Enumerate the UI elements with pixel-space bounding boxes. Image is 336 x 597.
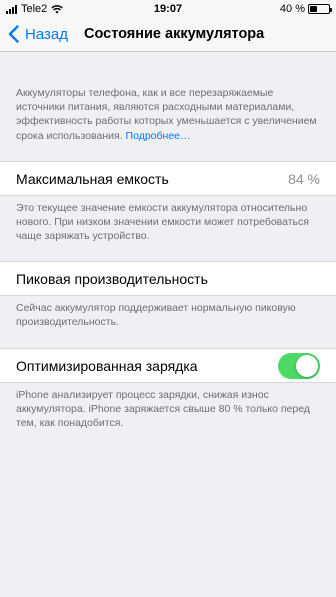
- optimized-charging-label: Оптимизированная зарядка: [16, 358, 198, 374]
- toggle-knob: [296, 355, 318, 377]
- navigation-bar: Назад Состояние аккумулятора: [0, 18, 336, 52]
- peak-performance-label: Пиковая производительность: [16, 271, 208, 287]
- chevron-left-icon: [8, 25, 19, 43]
- max-capacity-row: Максимальная емкость 84 %: [0, 161, 336, 196]
- max-capacity-footer: Это текущее значение емкости аккумулятор…: [16, 202, 309, 243]
- max-capacity-label: Максимальная емкость: [16, 171, 169, 187]
- peak-performance-row: Пиковая производительность: [0, 261, 336, 296]
- optimized-charging-row: Оптимизированная зарядка: [0, 348, 336, 383]
- learn-more-link[interactable]: Подробнее…: [126, 130, 191, 142]
- back-button[interactable]: Назад: [8, 25, 68, 43]
- max-capacity-value: 84 %: [288, 171, 320, 187]
- page-title: Состояние аккумулятора: [84, 26, 265, 42]
- back-label: Назад: [25, 25, 68, 43]
- intro-note: Аккумуляторы телефона, как и все перезар…: [16, 86, 321, 143]
- battery-percent: 40 %: [279, 3, 305, 15]
- status-bar: Tele2 19:07 40 %: [0, 0, 336, 18]
- optimized-charging-footer: iPhone анализирует процесс зарядки, сниж…: [16, 389, 310, 430]
- battery-fill: [310, 6, 318, 12]
- status-right: 40 %: [279, 3, 332, 15]
- optimized-charging-toggle[interactable]: [278, 353, 320, 379]
- battery-icon: [308, 4, 332, 14]
- peak-performance-footer: Сейчас аккумулятор поддерживает нормальн…: [16, 302, 296, 329]
